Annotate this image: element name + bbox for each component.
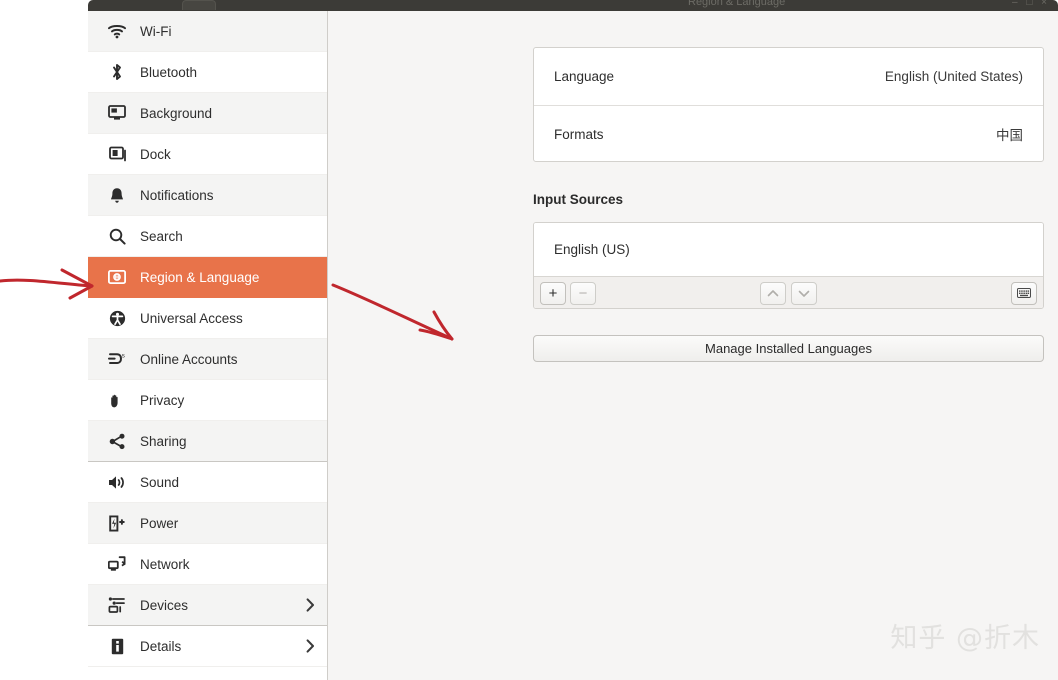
- sidebar-item-dock[interactable]: Dock: [88, 134, 327, 175]
- devices-icon: [106, 594, 128, 616]
- region-language-icon: [106, 266, 128, 288]
- window-controls[interactable]: – □ ×: [1012, 0, 1050, 8]
- manage-installed-languages-button[interactable]: Manage Installed Languages: [533, 335, 1044, 362]
- sidebar-item-details[interactable]: Details: [88, 626, 327, 667]
- move-down-icon[interactable]: [791, 282, 817, 305]
- move-up-icon[interactable]: [760, 282, 786, 305]
- settings-sidebar: Wi-Fi Bluetooth Background Dock Notification…: [88, 11, 328, 680]
- sidebar-item-label: Region & Language: [140, 270, 259, 285]
- network-icon: [106, 553, 128, 575]
- sidebar-item-wi-fi[interactable]: Wi-Fi: [88, 11, 327, 52]
- sidebar-item-search[interactable]: Search: [88, 216, 327, 257]
- sidebar-item-label: Online Accounts: [140, 352, 238, 367]
- sidebar-item-online-accounts[interactable]: s Online Accounts: [88, 339, 327, 380]
- sidebar-item-sharing[interactable]: Sharing: [88, 421, 327, 462]
- formats-row[interactable]: Formats 中国: [534, 105, 1043, 162]
- keyboard-icon[interactable]: [1011, 282, 1037, 305]
- screenshot-root: Region & Language – □ × Wi-Fi Bluetooth Ba…: [0, 0, 1058, 680]
- sidebar-item-universal-access[interactable]: Universal Access: [88, 298, 327, 339]
- language-row[interactable]: Language English (United States): [534, 48, 1043, 105]
- chevron-right-icon: [306, 598, 315, 612]
- sidebar-item-label: Network: [140, 557, 190, 572]
- wifi-icon: [106, 20, 128, 42]
- power-icon: [106, 512, 128, 534]
- sound-icon: [106, 471, 128, 493]
- sidebar-item-notifications[interactable]: Notifications: [88, 175, 327, 216]
- privacy-hand-icon: [106, 389, 128, 411]
- language-row-label: Language: [554, 69, 614, 84]
- language-formats-card: Language English (United States) Formats…: [533, 47, 1044, 162]
- sidebar-item-power[interactable]: Power: [88, 503, 327, 544]
- sidebar-item-label: Bluetooth: [140, 65, 197, 80]
- sidebar-item-label: Dock: [140, 147, 171, 162]
- annotation-arrow-to-region-language: [0, 270, 92, 298]
- region-language-panel: Language English (United States) Formats…: [329, 11, 1058, 680]
- bluetooth-icon: [106, 61, 128, 83]
- remove-input-source-button[interactable]: −: [570, 282, 596, 305]
- sidebar-item-label: Notifications: [140, 188, 214, 203]
- sidebar-item-label: Search: [140, 229, 183, 244]
- titlebar-tab-nub[interactable]: [182, 0, 216, 10]
- sidebar-item-label: Power: [140, 516, 178, 531]
- sidebar-item-region-language[interactable]: Region & Language: [88, 257, 327, 298]
- input-sources-toolbar: + −: [534, 276, 1043, 309]
- add-input-source-button[interactable]: +: [540, 282, 566, 305]
- reorder-button-group: [534, 282, 1043, 305]
- sidebar-item-devices[interactable]: Devices: [88, 585, 327, 626]
- sidebar-item-label: Sharing: [140, 434, 187, 449]
- background-icon: [106, 102, 128, 124]
- language-row-value: English (United States): [885, 69, 1023, 84]
- window-titlebar: Region & Language – □ ×: [88, 0, 1058, 11]
- sidebar-item-label: Privacy: [140, 393, 184, 408]
- input-sources-heading: Input Sources: [533, 192, 623, 207]
- sidebar-item-bluetooth[interactable]: Bluetooth: [88, 52, 327, 93]
- dock-icon: [106, 143, 128, 165]
- window-title: Region & Language: [688, 0, 948, 8]
- input-source-item[interactable]: English (US): [554, 242, 630, 257]
- input-sources-list[interactable]: English (US): [534, 223, 1043, 276]
- sidebar-item-label: Details: [140, 639, 181, 654]
- accessibility-icon: [106, 307, 128, 329]
- formats-row-value: 中国: [996, 124, 1023, 144]
- svg-text:s: s: [121, 352, 124, 359]
- sharing-icon: [106, 430, 128, 452]
- formats-row-label: Formats: [554, 127, 604, 142]
- search-icon: [106, 225, 128, 247]
- bell-icon: [106, 184, 128, 206]
- settings-window: Wi-Fi Bluetooth Background Dock Notification…: [88, 11, 1058, 680]
- sidebar-item-background[interactable]: Background: [88, 93, 327, 134]
- sidebar-item-network[interactable]: Network: [88, 544, 327, 585]
- sidebar-item-privacy[interactable]: Privacy: [88, 380, 327, 421]
- sidebar-item-label: Background: [140, 106, 212, 121]
- watermark: 知乎 @折木: [890, 616, 1040, 655]
- sidebar-item-label: Devices: [140, 598, 188, 613]
- toolbar-right-group: [1011, 282, 1037, 305]
- input-sources-card: English (US) + −: [533, 222, 1044, 309]
- sidebar-item-sound[interactable]: Sound: [88, 462, 327, 503]
- sidebar-item-label: Universal Access: [140, 311, 243, 326]
- sidebar-item-label: Sound: [140, 475, 179, 490]
- sidebar-item-label: Wi-Fi: [140, 24, 171, 39]
- details-info-icon: [106, 635, 128, 657]
- online-accounts-icon: s: [106, 348, 128, 370]
- chevron-right-icon: [306, 639, 315, 653]
